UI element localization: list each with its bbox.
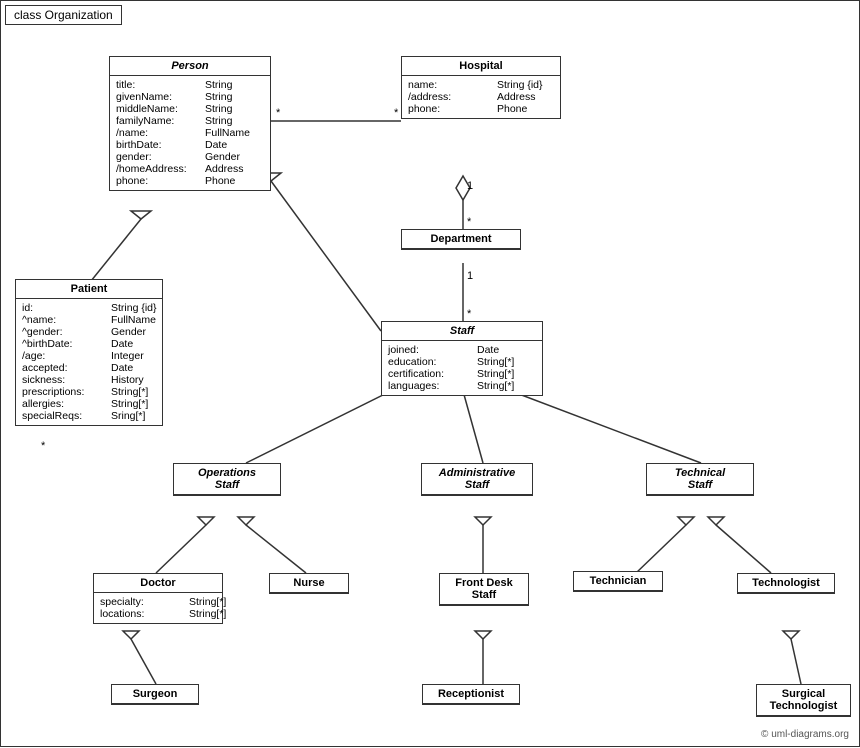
class-technical-staff: Technical Staff: [646, 463, 754, 496]
class-patient-attrs: id:String {id} ^name:FullName ^gender:Ge…: [16, 299, 162, 425]
class-receptionist-name: Receptionist: [423, 685, 519, 704]
class-operations-staff: Operations Staff: [173, 463, 281, 496]
svg-text:*: *: [276, 107, 281, 119]
class-hospital-attrs: name:String {id} /address:Address phone:…: [402, 76, 560, 118]
class-front-desk-staff: Front Desk Staff: [439, 573, 529, 606]
class-administrative-staff: Administrative Staff: [421, 463, 533, 496]
diagram-container: class Organization * * 1 * 1 *: [0, 0, 860, 747]
svg-text:1: 1: [467, 270, 473, 282]
class-administrative-staff-name: Administrative Staff: [422, 464, 532, 495]
class-front-desk-staff-name: Front Desk Staff: [440, 574, 528, 605]
class-nurse-name: Nurse: [270, 574, 348, 593]
class-technologist: Technologist: [737, 573, 835, 594]
class-hospital: Hospital name:String {id} /address:Addre…: [401, 56, 561, 119]
class-person-attrs: title:String givenName:String middleName…: [110, 76, 270, 190]
copyright: © uml-diagrams.org: [761, 729, 849, 740]
class-receptionist: Receptionist: [422, 684, 520, 705]
svg-text:*: *: [467, 216, 472, 228]
class-doctor: Doctor specialty:String[*] locations:Str…: [93, 573, 223, 624]
class-staff: Staff joined:Date education:String[*] ce…: [381, 321, 543, 396]
svg-text:1: 1: [467, 180, 473, 192]
diagram-title: class Organization: [5, 5, 122, 25]
class-department-name: Department: [402, 230, 520, 249]
class-staff-name: Staff: [382, 322, 542, 341]
svg-text:*: *: [467, 308, 472, 320]
class-patient: Patient id:String {id} ^name:FullName ^g…: [15, 279, 163, 426]
class-doctor-attrs: specialty:String[*] locations:String[*]: [94, 593, 222, 623]
class-staff-attrs: joined:Date education:String[*] certific…: [382, 341, 542, 395]
class-doctor-name: Doctor: [94, 574, 222, 593]
class-technician-name: Technician: [574, 572, 662, 591]
class-surgical-technologist-name: Surgical Technologist: [757, 685, 850, 716]
class-person: Person title:String givenName:String mid…: [109, 56, 271, 191]
class-nurse: Nurse: [269, 573, 349, 594]
class-department: Department: [401, 229, 521, 250]
class-hospital-name: Hospital: [402, 57, 560, 76]
class-technical-staff-name: Technical Staff: [647, 464, 753, 495]
class-technician: Technician: [573, 571, 663, 592]
class-person-name: Person: [110, 57, 270, 76]
svg-text:*: *: [41, 440, 46, 452]
class-surgeon: Surgeon: [111, 684, 199, 705]
class-technologist-name: Technologist: [738, 574, 834, 593]
class-surgical-technologist: Surgical Technologist: [756, 684, 851, 717]
class-surgeon-name: Surgeon: [112, 685, 198, 704]
class-operations-staff-name: Operations Staff: [174, 464, 280, 495]
class-patient-name: Patient: [16, 280, 162, 299]
svg-text:*: *: [394, 107, 399, 119]
